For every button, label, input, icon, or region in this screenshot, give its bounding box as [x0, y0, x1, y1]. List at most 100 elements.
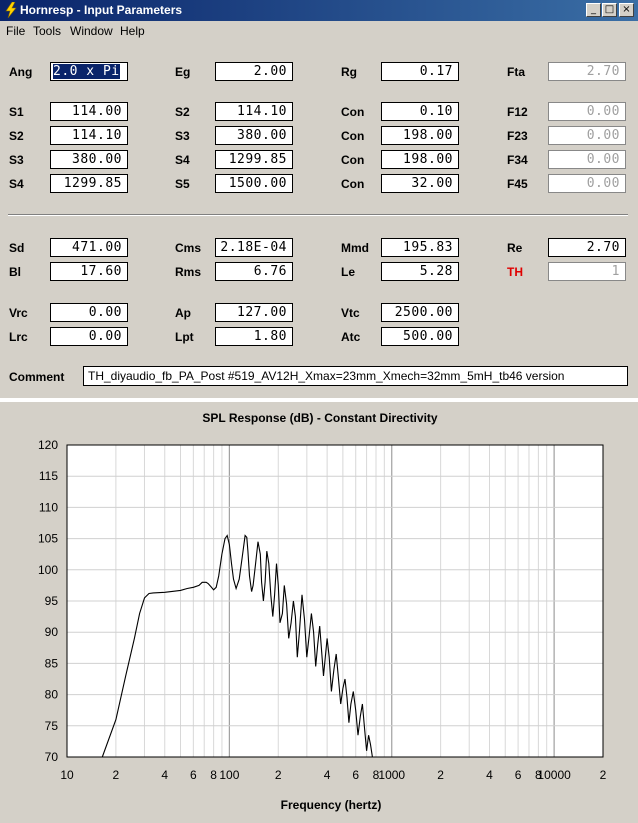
label-s4: S4	[9, 177, 24, 191]
y-tick-label: 120	[38, 438, 58, 452]
label-atc: Atc	[341, 330, 361, 344]
x-tick-label: 6	[190, 768, 197, 782]
y-tick-label: 95	[45, 594, 59, 608]
bl-field[interactable]: 17.60	[50, 262, 128, 281]
s2-field[interactable]: 114.10	[50, 126, 128, 145]
minimize-button[interactable]: _	[586, 3, 601, 17]
x-tick-label: 10000	[537, 768, 571, 782]
label-bl: Bl	[9, 265, 21, 279]
label-eg: Eg	[175, 65, 191, 79]
s5-field[interactable]: 1500.00	[215, 174, 293, 193]
rg-field[interactable]: 0.17	[381, 62, 459, 81]
ap-field[interactable]: 127.00	[215, 303, 293, 322]
rms-field[interactable]: 6.76	[215, 262, 293, 281]
x-tick-label: 6	[352, 768, 359, 782]
ang-value: 2.0 x Pi	[52, 63, 121, 80]
x-tick-label: 2	[275, 768, 282, 782]
s3-field[interactable]: 380.00	[50, 150, 128, 169]
con-1-field[interactable]: 0.10	[381, 102, 459, 121]
close-button[interactable]: ×	[619, 3, 634, 17]
x-tick-label: 2	[600, 768, 607, 782]
y-tick-label: 115	[39, 469, 58, 483]
y-tick-label: 85	[45, 656, 59, 670]
vrc-field[interactable]: 0.00	[50, 303, 128, 322]
eg-field[interactable]: 2.00	[215, 62, 293, 81]
label-mmd: Mmd	[341, 241, 369, 255]
lpt-field[interactable]: 1.80	[215, 327, 293, 346]
menu-file[interactable]: File	[6, 24, 25, 38]
label-s4-right: S4	[175, 153, 190, 167]
label-ang: Ang	[9, 65, 33, 79]
y-tick-label: 70	[45, 750, 59, 764]
label-s3-right: S3	[175, 129, 190, 143]
y-tick-label: 110	[39, 500, 58, 514]
menu-tools[interactable]: Tools	[33, 24, 61, 38]
label-con-4: Con	[341, 177, 365, 191]
y-tick-label: 100	[38, 563, 58, 577]
th-field[interactable]: 1	[548, 262, 626, 281]
f45-field[interactable]: 0.00	[548, 174, 626, 193]
comment-field[interactable]: TH_diyaudio_fb_PA_Post #519_AV12H_Xmax=2…	[83, 366, 628, 386]
atc-field[interactable]: 500.00	[381, 327, 459, 346]
x-tick-label: 2	[437, 768, 444, 782]
title-bar: Hornresp - Input Parameters _ □ ×	[0, 0, 638, 21]
lrc-field[interactable]: 0.00	[50, 327, 128, 346]
menu-help[interactable]: Help	[120, 24, 145, 38]
label-s5: S5	[175, 177, 190, 191]
con-3-field[interactable]: 198.00	[381, 150, 459, 169]
label-f12: F12	[507, 105, 528, 119]
label-cms: Cms	[175, 241, 202, 255]
label-s2-right: S2	[175, 105, 190, 119]
ang-field[interactable]: 2.0 x Pi	[50, 62, 128, 81]
label-vtc: Vtc	[341, 306, 360, 320]
fta-field[interactable]: 2.70	[548, 62, 626, 81]
window-title: Hornresp - Input Parameters	[20, 3, 183, 17]
menu-bar: File Tools Window Help	[0, 21, 638, 41]
label-f45: F45	[507, 177, 528, 191]
label-con-3: Con	[341, 153, 365, 167]
label-re: Re	[507, 241, 523, 255]
label-ap: Ap	[175, 306, 191, 320]
label-sd: Sd	[9, 241, 25, 255]
spl-chart-panel: SPL Response (dB) - Constant Directivity…	[0, 402, 638, 823]
con-2-field[interactable]: 198.00	[381, 126, 459, 145]
label-th: TH	[507, 265, 523, 279]
label-le: Le	[341, 265, 356, 279]
x-tick-label: 8	[210, 768, 217, 782]
f34-field[interactable]: 0.00	[548, 150, 626, 169]
s4-field[interactable]: 1299.85	[50, 174, 128, 193]
chart-title: SPL Response (dB) - Constant Directivity	[202, 411, 437, 425]
label-s2: S2	[9, 129, 24, 143]
label-f34: F34	[507, 153, 528, 167]
label-fta: Fta	[507, 65, 525, 79]
re-field[interactable]: 2.70	[548, 238, 626, 257]
maximize-button[interactable]: □	[602, 3, 617, 17]
s4-right-field[interactable]: 1299.85	[215, 150, 293, 169]
cms-field[interactable]: 2.18E-04	[215, 238, 293, 257]
le-field[interactable]: 5.28	[381, 262, 459, 281]
label-f23: F23	[507, 129, 528, 143]
vtc-field[interactable]: 2500.00	[381, 303, 459, 322]
s3-right-field[interactable]: 380.00	[215, 126, 293, 145]
label-rg: Rg	[341, 65, 357, 79]
x-tick-label: 4	[486, 768, 493, 782]
label-con-1: Con	[341, 105, 365, 119]
y-tick-label: 80	[45, 688, 59, 702]
label-lpt: Lpt	[175, 330, 194, 344]
x-tick-label: 1000	[378, 768, 405, 782]
menu-window[interactable]: Window	[70, 24, 113, 38]
x-tick-label: 6	[515, 768, 522, 782]
con-4-field[interactable]: 32.00	[381, 174, 459, 193]
s1-field[interactable]: 114.00	[50, 102, 128, 121]
label-s3: S3	[9, 153, 24, 167]
f23-field[interactable]: 0.00	[548, 126, 626, 145]
label-lrc: Lrc	[9, 330, 28, 344]
x-tick-label: 4	[324, 768, 331, 782]
label-con-2: Con	[341, 129, 365, 143]
f12-field[interactable]: 0.00	[548, 102, 626, 121]
s2-right-field[interactable]: 114.10	[215, 102, 293, 121]
label-comment: Comment	[9, 370, 65, 384]
sd-field[interactable]: 471.00	[50, 238, 128, 257]
mmd-field[interactable]: 195.83	[381, 238, 459, 257]
y-tick-label: 90	[45, 625, 59, 639]
